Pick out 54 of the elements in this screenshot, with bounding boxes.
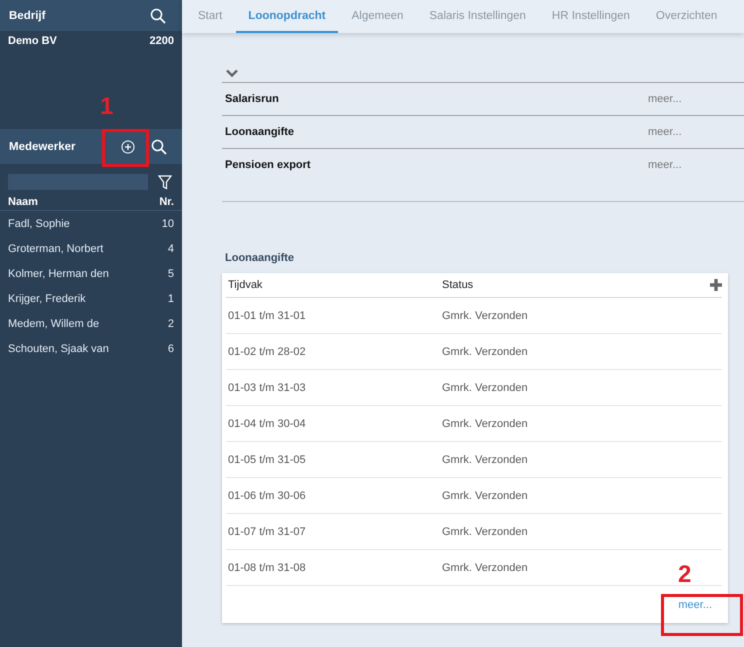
table-cell-text: Gmrk. Verzonden bbox=[442, 562, 529, 574]
table-cell-text: 01-05 t/m 31-05 bbox=[228, 454, 307, 466]
tab[interactable]: Loonopdracht bbox=[236, 0, 338, 33]
more-link[interactable]: meer... bbox=[678, 598, 712, 610]
table-cell-text: Gmrk. Verzonden bbox=[442, 526, 529, 538]
tab[interactable]: Overzichten bbox=[644, 0, 730, 33]
table-cell-text: Gmrk. Verzonden bbox=[442, 418, 529, 430]
employee-row[interactable]: Medem, Willem de 2 bbox=[0, 311, 182, 336]
table-cell-text: 01-01 t/m 31-01 bbox=[228, 310, 307, 322]
panel-title: Loonaangifte bbox=[224, 252, 296, 264]
header-title: Medewerker bbox=[9, 140, 76, 152]
section-title: Salarisrun bbox=[224, 93, 280, 105]
search-icon[interactable] bbox=[150, 8, 166, 24]
table-cell-text: Gmrk. Verzonden bbox=[442, 382, 529, 394]
employee-row[interactable]: Schouten, Sjaak van 6 bbox=[0, 336, 182, 361]
table-cell-text: 01-08 t/m 31-08 bbox=[228, 562, 307, 574]
plus-icon[interactable] bbox=[710, 279, 722, 291]
column-header: Status bbox=[442, 279, 474, 291]
table-cell-text: Gmrk. Verzonden bbox=[442, 454, 529, 466]
section-title: Pensioen export bbox=[224, 159, 312, 171]
tab[interactable]: Algemeen bbox=[340, 0, 416, 33]
table-cell-text: 01-02 t/m 28-02 bbox=[228, 346, 307, 358]
column-header: Nr. bbox=[159, 196, 174, 208]
employee-row[interactable]: Fadl, Sophie 10 bbox=[0, 211, 182, 236]
table-cell-text: 01-06 t/m 30-06 bbox=[228, 490, 307, 502]
column-header: Tijdvak bbox=[228, 279, 264, 291]
callout-box bbox=[102, 129, 149, 167]
column-header: Naam bbox=[8, 196, 38, 208]
more-link[interactable]: meer... bbox=[648, 159, 744, 171]
search-icon[interactable] bbox=[151, 138, 167, 154]
table-cell-text: Gmrk. Verzonden bbox=[442, 346, 529, 358]
more-link[interactable]: meer... bbox=[648, 126, 744, 138]
filter-field[interactable] bbox=[8, 174, 148, 190]
company-name[interactable]: Demo BV bbox=[8, 35, 57, 47]
more-link[interactable]: meer... bbox=[648, 93, 744, 105]
tab[interactable]: Salaris Instellingen bbox=[417, 0, 538, 33]
table-cell-text: 01-04 t/m 30-04 bbox=[228, 418, 307, 430]
employee-row[interactable]: Krijger, Frederik 1 bbox=[0, 286, 182, 311]
table-cell-text: 01-07 t/m 31-07 bbox=[228, 526, 307, 538]
employee-row[interactable]: Kolmer, Herman den 5 bbox=[0, 261, 182, 286]
section-title: Loonaangifte bbox=[224, 126, 296, 138]
employee-row[interactable]: Groterman, Norbert 4 bbox=[0, 236, 182, 261]
filter-icon[interactable] bbox=[158, 174, 172, 190]
company-number: 2200 bbox=[150, 35, 174, 47]
tab[interactable]: Start bbox=[186, 0, 234, 33]
table-cell-text: Gmrk. Verzonden bbox=[442, 490, 529, 502]
callout-number: 2 bbox=[678, 561, 692, 589]
callout-number: 1 bbox=[100, 93, 114, 121]
add-icon[interactable] bbox=[121, 140, 135, 154]
table-cell-text: Gmrk. Verzonden bbox=[442, 310, 529, 322]
tab[interactable]: HR Instellingen bbox=[540, 0, 642, 33]
table-cell-text: 01-03 t/m 31-03 bbox=[228, 382, 307, 394]
header-title: Bedrijf bbox=[9, 10, 46, 22]
chevron-down-icon[interactable] bbox=[226, 69, 238, 78]
